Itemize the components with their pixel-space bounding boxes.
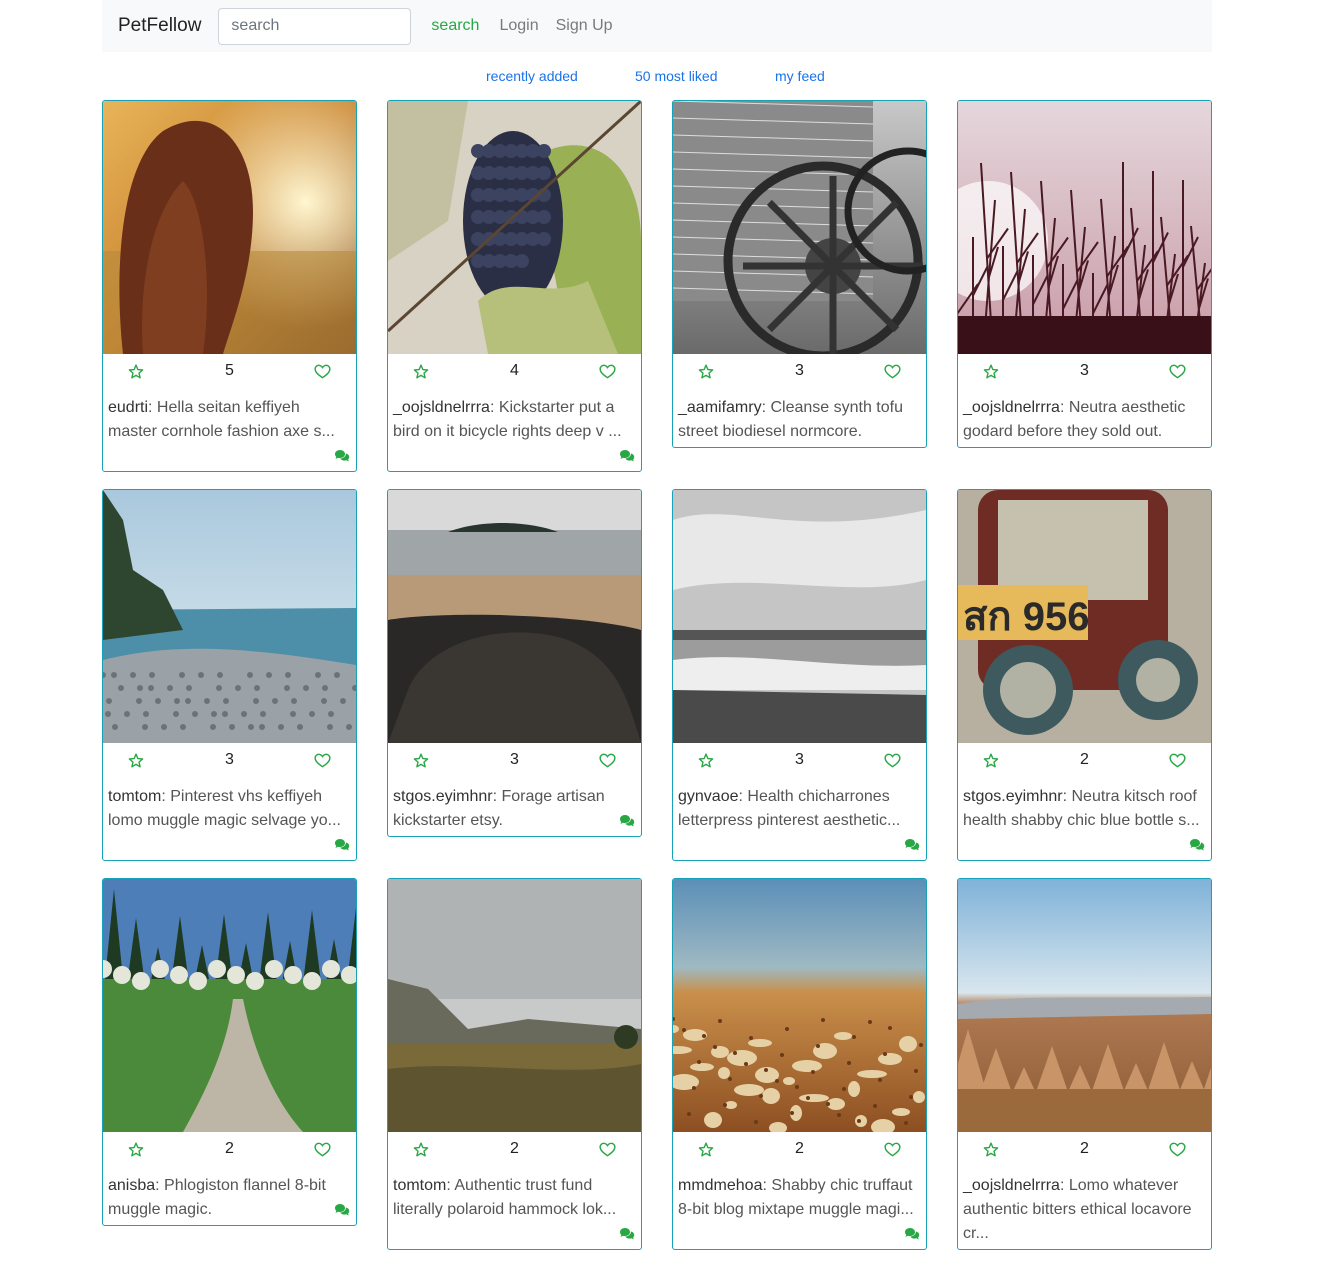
navbar: PetFellow search Login Sign Up <box>102 0 1212 52</box>
username-link[interactable]: stgos.eyimhnr <box>963 788 1063 805</box>
comments-icon[interactable] <box>904 1227 920 1241</box>
card-actions: 2 <box>958 743 1211 779</box>
comments-icon[interactable] <box>334 1203 350 1217</box>
svg-text:สก 956: สก 956 <box>963 595 1089 639</box>
heart-icon[interactable] <box>884 753 901 769</box>
photo-image[interactable]: สก 956 <box>958 490 1211 743</box>
photo-card[interactable]: 2 tomtom: Authentic trust fund literally… <box>387 878 642 1250</box>
search-input[interactable] <box>218 7 412 45</box>
card-actions: 3 <box>388 743 641 779</box>
photo-card[interactable]: 5 eudrti: Hella seitan keffiyeh master c… <box>102 100 357 472</box>
photo-image[interactable] <box>103 490 356 743</box>
comments-icon[interactable] <box>619 1227 635 1241</box>
comments-icon[interactable] <box>619 449 635 463</box>
card-caption: tomtom: Pinterest vhs keffiyeh lomo mugg… <box>108 788 341 829</box>
card-actions: 2 <box>388 1132 641 1168</box>
photo-card[interactable]: 3 gynvaoe: Health chicharrones letterpre… <box>672 489 927 861</box>
heart-icon[interactable] <box>1169 1142 1186 1158</box>
comments-icon[interactable] <box>1189 838 1205 852</box>
search-button[interactable]: search <box>431 17 479 35</box>
card-caption: _oojsldnelrrra: Lomo whatever authentic … <box>963 1177 1192 1242</box>
card-caption: anisba: Phlogiston flannel 8-bit muggle … <box>108 1177 326 1218</box>
username-link[interactable]: eudrti <box>108 399 148 416</box>
username-link[interactable]: gynvaoe <box>678 788 739 805</box>
card-caption: tomtom: Authentic trust fund literally p… <box>393 1177 617 1218</box>
heart-icon[interactable] <box>314 753 331 769</box>
heart-icon[interactable] <box>884 1142 901 1158</box>
username-link[interactable]: _oojsldnelrrra <box>393 399 490 416</box>
comments-icon[interactable] <box>334 838 350 852</box>
heart-icon[interactable] <box>884 364 901 380</box>
photo-image[interactable] <box>388 490 641 743</box>
brand-logo[interactable]: PetFellow <box>118 15 201 37</box>
photo-card[interactable]: 4 _oojsldnelrrra: Kickstarter put a bird… <box>387 100 642 472</box>
photo-image[interactable] <box>958 101 1211 354</box>
heart-icon[interactable] <box>599 1142 616 1158</box>
username-link[interactable]: tomtom <box>393 1177 446 1194</box>
photo-card[interactable]: 2 mmdmehoa: Shabby chic truffaut 8-bit b… <box>672 878 927 1250</box>
photo-card[interactable]: 3 tomtom: Pinterest vhs keffiyeh lomo mu… <box>102 489 357 861</box>
heart-icon[interactable] <box>1169 364 1186 380</box>
card-caption: _oojsldnelrrra: Kickstarter put a bird o… <box>393 399 622 440</box>
login-link[interactable]: Login <box>499 17 538 35</box>
card-caption: mmdmehoa: Shabby chic truffaut 8-bit blo… <box>678 1177 914 1218</box>
username-link[interactable]: anisba <box>108 1177 155 1194</box>
heart-icon[interactable] <box>599 753 616 769</box>
photo-image[interactable] <box>673 101 926 354</box>
username-link[interactable]: stgos.eyimhnr <box>393 788 493 805</box>
heart-icon[interactable] <box>314 1142 331 1158</box>
card-actions: 3 <box>673 354 926 390</box>
username-link[interactable]: tomtom <box>108 788 161 805</box>
photo-image[interactable] <box>103 101 356 354</box>
card-caption: _oojsldnelrrra: Neutra aesthetic godard … <box>963 399 1186 440</box>
card-actions: 2 <box>673 1132 926 1168</box>
card-caption: stgos.eyimhnr: Forage artisan kickstarte… <box>393 788 605 829</box>
card-actions: 4 <box>388 354 641 390</box>
photo-card[interactable]: 3 _aamifamry: Cleanse synth tofu street … <box>672 100 927 448</box>
card-actions: 2 <box>103 1132 356 1168</box>
signup-link[interactable]: Sign Up <box>556 17 613 35</box>
photo-card[interactable]: 2 anisba: Phlogiston flannel 8-bit muggl… <box>102 878 357 1226</box>
card-caption: stgos.eyimhnr: Neutra kitsch roof health… <box>963 788 1200 829</box>
username-link[interactable]: _aamifamry <box>678 399 762 416</box>
photo-image[interactable] <box>388 101 641 354</box>
photo-image[interactable] <box>958 879 1211 1132</box>
feed-filter-nav: recently added 50 most liked my feed <box>0 68 1319 88</box>
photo-card[interactable]: 3 _oojsldnelrrra: Neutra aesthetic godar… <box>957 100 1212 448</box>
username-link[interactable]: _oojsldnelrrra <box>963 1177 1060 1194</box>
photo-card[interactable]: 3 stgos.eyimhnr: Forage artisan kickstar… <box>387 489 642 837</box>
card-caption: gynvaoe: Health chicharrones letterpress… <box>678 788 901 829</box>
card-actions: 2 <box>958 1132 1211 1168</box>
heart-icon[interactable] <box>599 364 616 380</box>
heart-icon[interactable] <box>1169 753 1186 769</box>
card-actions: 3 <box>673 743 926 779</box>
photo-card[interactable]: 2 _oojsldnelrrra: Lomo whatever authenti… <box>957 878 1212 1250</box>
card-caption: eudrti: Hella seitan keffiyeh master cor… <box>108 399 335 440</box>
card-actions: 5 <box>103 354 356 390</box>
heart-icon[interactable] <box>314 364 331 380</box>
photo-card[interactable]: สก 956 2 stgos.eyimhnr: Neutra kitsch ro… <box>957 489 1212 861</box>
most-liked-link[interactable]: 50 most liked <box>635 68 717 84</box>
recently-added-link[interactable]: recently added <box>486 68 578 84</box>
username-link[interactable]: mmdmehoa <box>678 1177 762 1194</box>
photo-image[interactable] <box>103 879 356 1132</box>
photo-image[interactable] <box>673 490 926 743</box>
username-link[interactable]: _oojsldnelrrra <box>963 399 1060 416</box>
card-actions: 3 <box>958 354 1211 390</box>
comments-icon[interactable] <box>334 449 350 463</box>
comments-icon[interactable] <box>619 814 635 828</box>
card-caption: _aamifamry: Cleanse synth tofu street bi… <box>678 399 903 440</box>
comments-icon[interactable] <box>904 838 920 852</box>
photo-image[interactable] <box>673 879 926 1132</box>
card-actions: 3 <box>103 743 356 779</box>
my-feed-link[interactable]: my feed <box>775 68 825 84</box>
photo-image[interactable] <box>388 879 641 1132</box>
